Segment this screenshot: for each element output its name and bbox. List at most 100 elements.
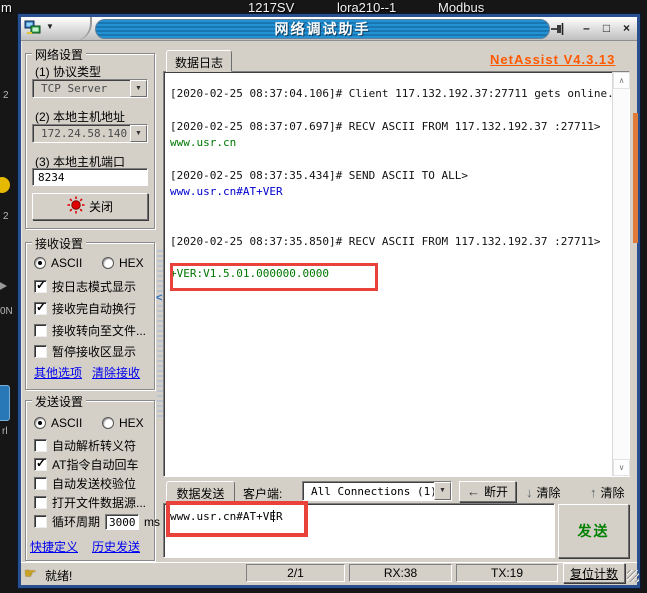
- send-option-row[interactable]: ✓ 自动解析转义符: [34, 437, 136, 454]
- collapse-panel-icon[interactable]: <: [156, 292, 163, 304]
- radio-icon[interactable]: [102, 257, 114, 269]
- reset-count-button[interactable]: 复位计数: [563, 563, 625, 583]
- title-pill: 网络调试助手: [95, 19, 550, 39]
- send-settings-title: 发送设置: [32, 393, 87, 410]
- local-host-select[interactable]: 172.24.58.140 ▼: [32, 124, 148, 143]
- desktop-fragment: 0N: [0, 306, 13, 317]
- checkbox-icon[interactable]: ✓: [34, 345, 47, 358]
- network-settings-title: 网络设置: [32, 46, 87, 63]
- connections-select[interactable]: All Connections (1) ▼: [302, 481, 452, 501]
- tab-data-send-label: 数据发送: [176, 487, 225, 501]
- checkbox-icon[interactable]: ✓: [34, 278, 47, 293]
- send-ascii-radio[interactable]: ASCII: [34, 416, 82, 430]
- send-hex-radio[interactable]: HEX: [102, 416, 144, 430]
- clear-receive-button[interactable]: ↓ 清除: [526, 484, 561, 501]
- maximize-button[interactable]: □: [598, 20, 615, 37]
- radio-icon[interactable]: [102, 417, 114, 429]
- checkbox-icon[interactable]: ✓: [34, 456, 47, 471]
- desktop-icon-fragment: [0, 281, 7, 291]
- tab-data-log[interactable]: 数据日志: [166, 50, 232, 72]
- minimize-button[interactable]: –: [578, 20, 595, 37]
- tab-data-log-label: 数据日志: [174, 56, 223, 70]
- ready-hand-icon: ☛: [24, 565, 37, 581]
- clear-send-label: 清除: [600, 486, 625, 500]
- recv-settings-title: 接收设置: [32, 235, 87, 252]
- pin-icon[interactable]: [551, 22, 568, 39]
- desktop-icon-label[interactable]: 1217SV: [248, 0, 294, 15]
- recv-hex-label: HEX: [119, 256, 144, 270]
- recv-option-row[interactable]: ✓ 接收完自动换行: [34, 300, 136, 317]
- radio-icon[interactable]: [34, 417, 46, 429]
- led-icon: [67, 196, 85, 217]
- netassist-version-link[interactable]: NetAssist V4.3.13: [490, 52, 615, 67]
- status-counter: 2/1: [246, 564, 345, 582]
- disconnect-button[interactable]: ← 断开: [459, 481, 516, 502]
- recv-option-label: 接收完自动换行: [52, 302, 137, 316]
- send-button[interactable]: 发送: [558, 504, 629, 558]
- chevron-down-icon[interactable]: ▼: [434, 482, 451, 500]
- send-hex-label: HEX: [119, 416, 144, 430]
- disconnect-label: 断开: [483, 485, 508, 499]
- cycle-period-unit: ms: [144, 514, 161, 529]
- tab-data-send[interactable]: 数据发送: [166, 481, 235, 502]
- log-line: [2020-02-25 08:37:35.434]# SEND ASCII TO…: [170, 168, 469, 182]
- recv-option-label: 接收转向至文件...: [52, 324, 147, 338]
- network-settings-group: 网络设置 (1) 协议类型 TCP Server ▼ (2) 本地主机地址 17…: [25, 46, 155, 229]
- checkbox-icon[interactable]: ✓: [34, 477, 47, 490]
- desktop-fragment: 2: [3, 90, 9, 101]
- recv-settings-group: 接收设置 ASCII HEX ✓ 按日志模式显示 ✓ 接收完自动换行 ✓ 接收转…: [25, 235, 155, 390]
- close-window-button[interactable]: ×: [618, 20, 635, 37]
- recv-hex-radio[interactable]: HEX: [102, 256, 144, 270]
- log-scrollbar[interactable]: ∧ ∨: [612, 72, 630, 476]
- history-send-link[interactable]: 历史发送: [92, 538, 140, 555]
- checkbox-icon[interactable]: ✓: [34, 324, 47, 337]
- cycle-period-input[interactable]: 3000: [105, 513, 140, 530]
- close-connection-label: 关闭: [88, 200, 113, 214]
- send-option-label: 打开文件数据源...: [52, 496, 147, 510]
- resize-grip[interactable]: [627, 570, 639, 582]
- recv-option-label: 暂停接收区显示: [52, 345, 137, 359]
- quick-define-link[interactable]: 快捷定义: [30, 538, 78, 555]
- recv-option-label: 按日志模式显示: [52, 280, 137, 294]
- chevron-down-icon[interactable]: ▼: [130, 125, 147, 142]
- highlight-box-version: [170, 263, 378, 291]
- checkbox-icon[interactable]: ✓: [34, 439, 47, 452]
- desktop-icon-label[interactable]: Modbus: [438, 0, 484, 15]
- log-lines: [2020-02-25 08:37:04.106]# Client 117.13…: [170, 87, 614, 284]
- send-ascii-label: ASCII: [51, 416, 83, 430]
- protocol-type-select[interactable]: TCP Server ▼: [32, 79, 148, 98]
- send-option-row[interactable]: ✓ AT指令自动回车: [34, 456, 138, 473]
- app-icon[interactable]: [24, 20, 42, 39]
- send-option-row[interactable]: ✓ 自动发送校验位: [34, 475, 136, 492]
- connections-value: All Connections (1): [311, 484, 434, 498]
- cycle-period-row[interactable]: ✓ 循环周期 3000 ms: [34, 513, 160, 530]
- recv-option-row[interactable]: ✓ 接收转向至文件...: [34, 322, 146, 339]
- local-host-value: 172.24.58.140: [41, 127, 128, 140]
- recv-ascii-radio[interactable]: ASCII: [34, 256, 82, 270]
- desktop-icon-label[interactable]: lora210--1: [337, 0, 396, 15]
- scroll-up-icon[interactable]: ∧: [613, 72, 630, 89]
- status-tx: TX:19: [456, 564, 558, 582]
- close-connection-button[interactable]: 关闭: [32, 193, 148, 220]
- local-port-input[interactable]: 8234: [32, 168, 148, 186]
- recv-option-row[interactable]: ✓ 暂停接收区显示: [34, 343, 136, 360]
- clear-receive-link[interactable]: 清除接收: [92, 364, 140, 381]
- other-options-link[interactable]: 其他选项: [34, 364, 82, 381]
- send-button-label: 发送: [577, 523, 610, 539]
- radio-icon[interactable]: [34, 257, 46, 269]
- window-menu-arrow-icon[interactable]: ▼: [46, 22, 54, 31]
- send-option-row[interactable]: ✓ 打开文件数据源...: [34, 494, 146, 511]
- cycle-period-label: 循环周期: [52, 515, 101, 529]
- send-settings-group: 发送设置 ASCII HEX ✓ 自动解析转义符 ✓ AT指令自动回车 ✓ 自动…: [25, 393, 160, 561]
- checkbox-icon[interactable]: ✓: [34, 515, 47, 528]
- recv-option-row[interactable]: ✓ 按日志模式显示: [34, 278, 136, 295]
- checkbox-icon[interactable]: ✓: [34, 300, 47, 315]
- local-port-value: 8234: [38, 170, 65, 184]
- chevron-down-icon[interactable]: ▼: [130, 80, 147, 97]
- checkbox-icon[interactable]: ✓: [34, 496, 47, 509]
- clear-send-button[interactable]: ↑ 清除: [590, 484, 625, 501]
- local-host-label: (2) 本地主机地址: [35, 110, 126, 124]
- scroll-down-icon[interactable]: ∨: [613, 459, 630, 476]
